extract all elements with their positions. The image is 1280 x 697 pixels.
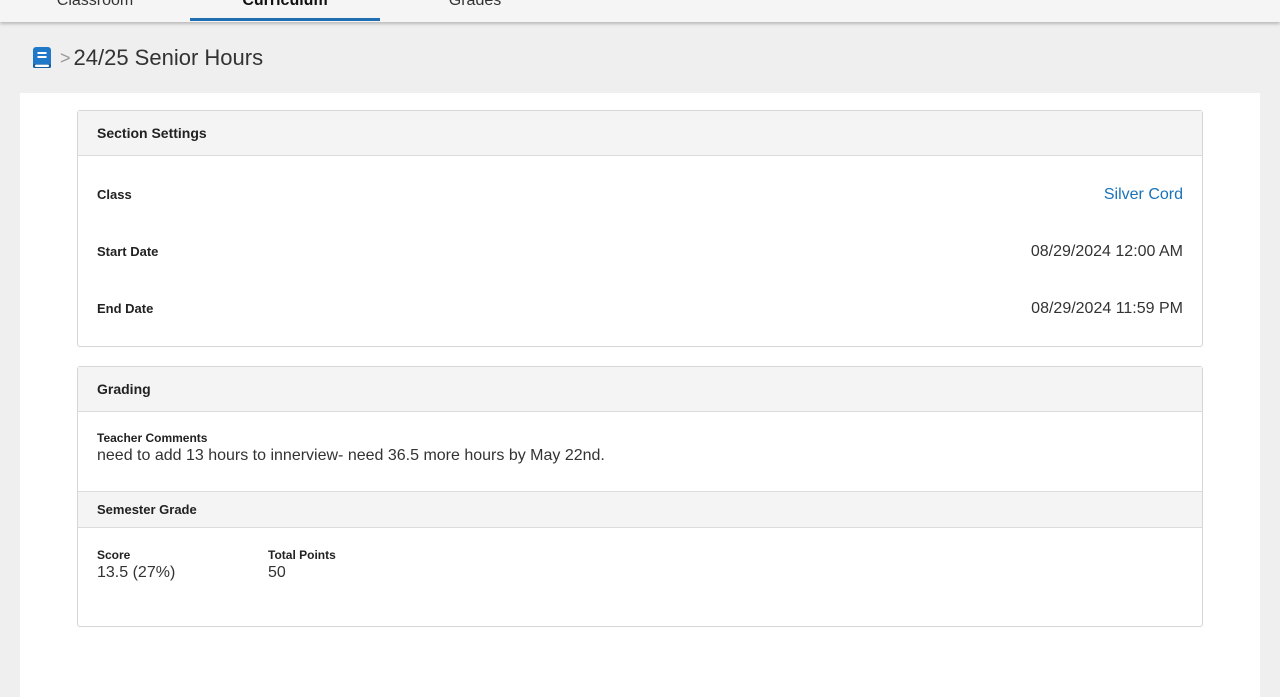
teacher-comments: Teacher Comments need to add 13 hours to… [78, 412, 1202, 491]
main-content: Section Settings Class Silver Cord Start… [20, 93, 1260, 697]
total-points-value: 50 [268, 564, 286, 581]
start-date-label: Start Date [97, 244, 159, 259]
active-tab-indicator [190, 18, 380, 21]
start-date-row: Start Date 08/29/2024 12:00 AM [78, 223, 1202, 280]
tab-grades[interactable]: Grades [380, 0, 570, 22]
start-date-value: 08/29/2024 12:00 AM [1030, 242, 1183, 260]
semester-grade-scores: Score 13.5 (27%) Total Points 50 [78, 528, 1202, 626]
tab-classroom[interactable]: Classroom [0, 0, 190, 22]
total-points-block: Total Points 50 [268, 548, 439, 626]
class-row: Class Silver Cord [78, 166, 1202, 223]
score-block: Score 13.5 (27%) [97, 548, 268, 626]
class-label: Class [97, 187, 132, 202]
section-settings-card: Section Settings Class Silver Cord Start… [77, 110, 1203, 347]
semester-grade-header: Semester Grade [78, 491, 1202, 528]
score-value: 13.5 (27%) [97, 564, 176, 581]
teacher-comments-label: Teacher Comments [97, 431, 208, 445]
class-link[interactable]: Silver Cord [1104, 186, 1183, 204]
end-date-label: End Date [97, 301, 154, 316]
page-title: 24/25 Senior Hours [73, 45, 264, 70]
grading-card: Grading Teacher Comments need to add 13 … [77, 366, 1203, 627]
section-settings-header: Section Settings [78, 111, 1202, 156]
teacher-comments-text: need to add 13 hours to innerview- need … [97, 447, 605, 464]
book-icon[interactable] [32, 46, 52, 70]
score-label: Score [97, 548, 131, 562]
breadcrumb-separator: > [60, 48, 71, 68]
end-date-value: 08/29/2024 11:59 PM [1031, 299, 1183, 317]
breadcrumb: > 24/25 Senior Hours [32, 44, 263, 72]
grading-header: Grading [78, 367, 1202, 412]
tab-bar: Classroom Curriculum Grades [0, 0, 1280, 22]
total-points-label: Total Points [268, 548, 336, 562]
end-date-row: End Date 08/29/2024 11:59 PM [78, 280, 1202, 337]
